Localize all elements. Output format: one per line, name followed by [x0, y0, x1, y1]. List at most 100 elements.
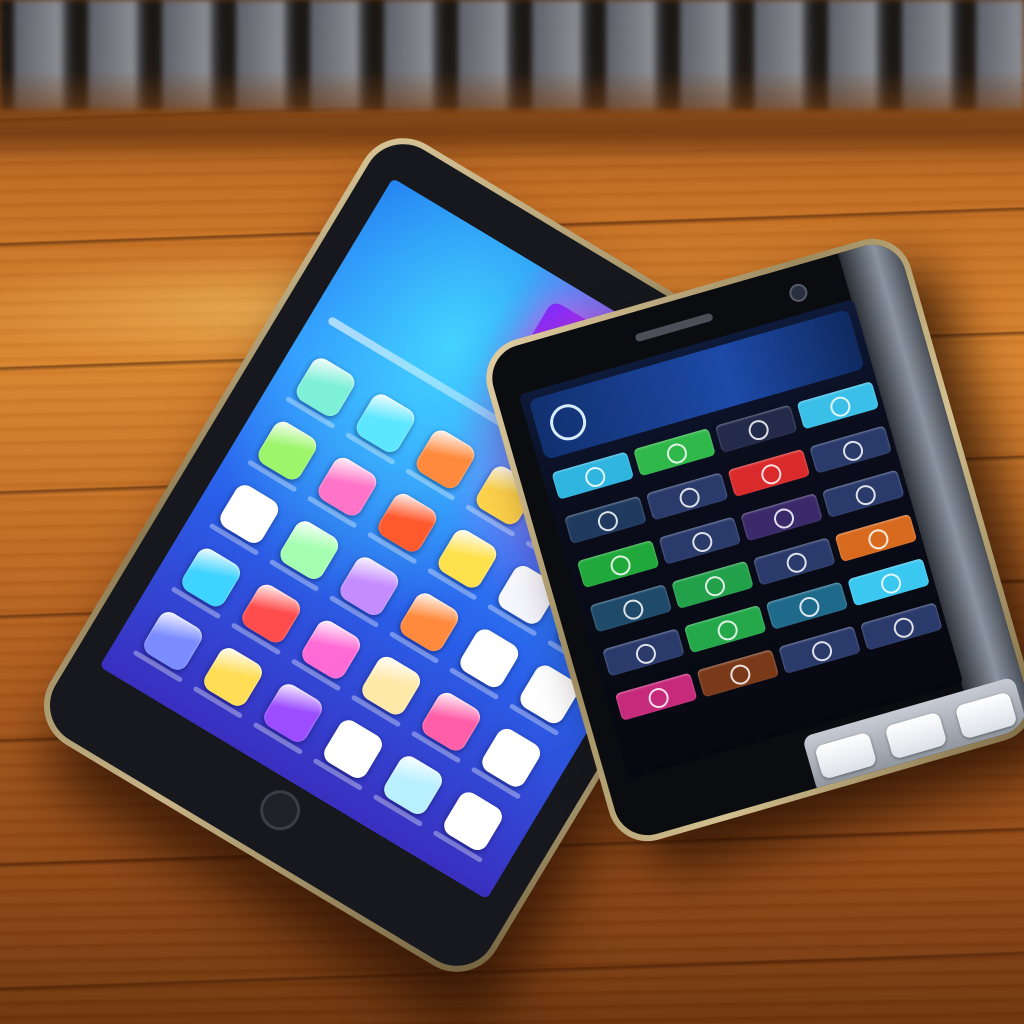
phone-app-tile[interactable] [821, 469, 905, 518]
tablet-app-icon[interactable] [252, 680, 326, 755]
dock-button-1[interactable] [813, 731, 878, 780]
tablet-app-caption [470, 766, 522, 800]
tablet-app-caption [345, 431, 396, 466]
tile-glyph-icon [582, 464, 608, 490]
tile-glyph-icon [809, 638, 835, 664]
phone-app-tile[interactable] [658, 516, 742, 565]
tile-glyph-icon [840, 438, 866, 464]
phone-app-tile[interactable] [551, 451, 635, 500]
tile-glyph-icon [677, 485, 703, 511]
tablet-app-caption [208, 522, 260, 556]
tablet-app-icon[interactable] [285, 354, 359, 430]
tablet-app-icon[interactable] [426, 525, 501, 601]
phone-app-tile[interactable] [727, 448, 811, 498]
tablet-app-icon[interactable] [405, 426, 479, 502]
tile-glyph-icon [633, 641, 659, 667]
phone-app-tile[interactable] [671, 560, 754, 610]
tablet-app-caption [290, 658, 342, 692]
phone-app-tile[interactable] [696, 649, 780, 698]
tile-glyph-icon [853, 482, 879, 508]
tablet-app-caption [246, 459, 298, 493]
tile-glyph-icon [664, 441, 690, 466]
tablet-app-caption [465, 504, 516, 538]
background-fade [0, 70, 1024, 160]
tablet-app-icon[interactable] [328, 553, 403, 629]
tablet-app-icon[interactable] [410, 688, 485, 764]
phone-app-tile[interactable] [714, 404, 798, 453]
tablet-app-caption [132, 649, 184, 683]
tile-glyph-icon [646, 685, 672, 711]
phone-app-tile[interactable] [633, 427, 716, 477]
scene [0, 0, 1024, 1024]
phone-app-tile[interactable] [796, 381, 880, 430]
tile-glyph-icon [608, 553, 633, 578]
phone-app-tile[interactable] [602, 628, 685, 677]
tablet-app-caption [285, 395, 336, 430]
tablet-app-caption [192, 685, 244, 719]
tablet-app-caption [448, 667, 500, 701]
tile-glyph-icon [878, 571, 904, 596]
tile-glyph-icon [784, 550, 810, 576]
tile-glyph-icon [866, 526, 891, 552]
tablet-app-caption [170, 586, 222, 620]
tablet-app-caption [328, 594, 380, 629]
tablet-app-icon[interactable] [268, 517, 343, 592]
phone-app-tile[interactable] [809, 425, 892, 474]
tablet-app-icon[interactable] [312, 716, 386, 791]
tablet-app-icon[interactable] [246, 417, 321, 493]
tablet-app-icon[interactable] [388, 589, 463, 665]
tablet-app-caption [306, 495, 358, 529]
phone-app-tile[interactable] [576, 539, 660, 589]
tablet-app-icon[interactable] [306, 453, 381, 529]
tablet-app-caption [426, 567, 478, 601]
tablet-app-icon[interactable] [230, 580, 305, 656]
phone-app-tile[interactable] [683, 604, 767, 654]
tile-glyph-icon [620, 597, 646, 622]
phone-app-tile[interactable] [765, 581, 849, 630]
tile-glyph-icon [689, 529, 715, 555]
phone-app-tile[interactable] [740, 492, 823, 542]
phone-app-tile[interactable] [614, 672, 698, 721]
tile-glyph-icon [715, 618, 741, 643]
tablet-app-icon[interactable] [366, 489, 441, 565]
tablet-app-caption [230, 622, 282, 656]
tile-glyph-icon [891, 615, 917, 641]
tablet-app-icon[interactable] [448, 625, 523, 701]
phone-app-tile[interactable] [589, 584, 673, 633]
speaker-grille [634, 312, 714, 343]
front-camera-icon [787, 281, 810, 304]
tablet-app-caption [432, 829, 484, 864]
phone-app-tile[interactable] [778, 625, 861, 675]
tile-glyph-icon [727, 662, 753, 688]
tablet-app-icon[interactable] [170, 544, 245, 620]
tablet-app-caption [508, 703, 560, 737]
tile-glyph-icon [746, 417, 772, 443]
tablet-app-icon[interactable] [345, 390, 419, 466]
tile-glyph-icon [702, 573, 728, 599]
tablet-app-icon[interactable] [372, 752, 446, 827]
tablet-app-icon[interactable] [290, 616, 365, 692]
phone-app-tile[interactable] [645, 472, 729, 521]
tablet-app-icon[interactable] [432, 788, 506, 864]
tablet-app-caption [388, 630, 440, 665]
tile-glyph-icon [827, 394, 853, 420]
ring-icon [545, 400, 591, 445]
home-button[interactable] [252, 782, 308, 838]
phone-app-tile[interactable] [564, 495, 647, 545]
tablet-app-icon[interactable] [470, 724, 545, 800]
tablet-app-icon[interactable] [350, 652, 425, 728]
dock-button-3[interactable] [954, 691, 1019, 740]
phone-app-tile[interactable] [859, 602, 943, 651]
tablet-app-caption [372, 793, 424, 827]
tablet-app-caption [486, 603, 538, 637]
tablet-app-caption [366, 531, 418, 565]
phone-app-tile[interactable] [834, 513, 918, 563]
phone-app-tile[interactable] [752, 537, 836, 586]
tablet-app-icon[interactable] [192, 644, 266, 719]
tablet-app-caption [410, 730, 462, 764]
tile-glyph-icon [595, 508, 621, 534]
phone-app-tile[interactable] [847, 557, 930, 607]
tablet-app-icon[interactable] [208, 481, 283, 556]
dock-button-2[interactable] [884, 711, 948, 760]
tablet-app-icon[interactable] [132, 607, 206, 683]
